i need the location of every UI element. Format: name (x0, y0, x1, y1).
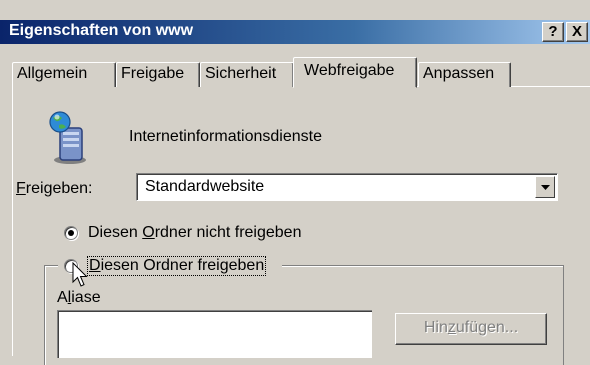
add-alias-button[interactable]: Hinzufügen... (395, 313, 547, 345)
aliases-label: Aliase (57, 289, 101, 306)
website-select[interactable]: Standardwebsite (136, 173, 558, 201)
service-label: Internetinformationsdienste (129, 128, 322, 145)
tab-freigabe[interactable]: Freigabe (116, 62, 200, 87)
mouse-pointer-icon (72, 262, 88, 287)
tab-allgemein[interactable]: Allgemein (12, 62, 116, 87)
window-title: Eigenschaften von www (9, 22, 194, 39)
radio-not-shared-label: Diesen Ordner nicht freigeben (88, 224, 302, 241)
dropdown-button[interactable] (535, 176, 555, 198)
chevron-down-icon (541, 185, 550, 190)
website-select-value: Standardwebsite (145, 178, 265, 195)
radio-shared-label: Diesen Ordner freigeben (86, 256, 267, 276)
iis-server-icon (49, 111, 86, 164)
tab-sicherheit[interactable]: Sicherheit (200, 62, 294, 87)
title-bar[interactable]: Eigenschaften von www ? X (0, 20, 590, 44)
properties-dialog: Eigenschaften von www ? X Allgemein Frei… (0, 0, 590, 365)
close-button[interactable]: X (566, 22, 588, 42)
share-label: Freigeben: (16, 180, 93, 197)
radio-not-shared-button[interactable] (64, 226, 78, 240)
tab-webfreigabe[interactable]: Webfreigabe (293, 57, 417, 88)
tab-anpassen[interactable]: Anpassen (418, 62, 511, 87)
help-button[interactable]: ? (542, 22, 564, 42)
